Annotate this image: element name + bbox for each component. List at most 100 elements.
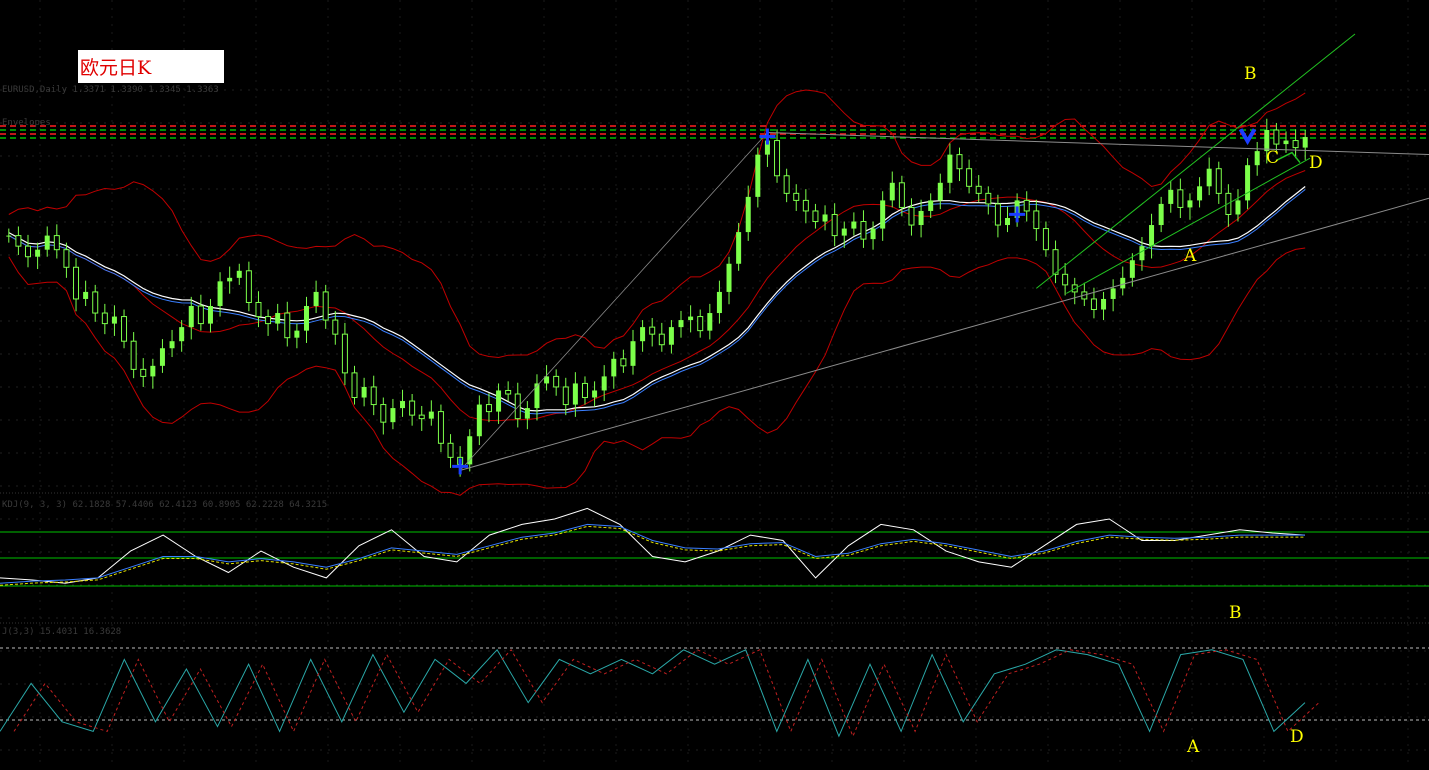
candle-body-bull <box>1283 140 1289 145</box>
candle-body-bear <box>53 235 60 251</box>
candle-body-bear <box>505 389 512 395</box>
candle-body-bear <box>101 312 108 325</box>
candle-body-bear <box>994 203 1001 226</box>
candle-body-bear <box>1052 249 1059 275</box>
candle-body-bull <box>572 383 578 405</box>
candle-body-bear <box>437 411 444 444</box>
candle-body-bull <box>1139 246 1145 261</box>
main-header-label: EURUSD,Daily 1.3371 1.3390 1.3345 1.3363 <box>2 85 219 95</box>
candle-body-bull <box>1110 288 1116 299</box>
candle-body-bear <box>1090 298 1097 311</box>
candle-body-bear <box>620 358 627 367</box>
chart-area: B A C D B A D <box>0 0 1429 766</box>
candle-body-bull <box>361 386 367 398</box>
candle-body-bull <box>1206 168 1212 187</box>
candle-body-bear <box>898 182 905 208</box>
candle-body-bear <box>341 333 348 374</box>
j-point-label: D <box>1290 727 1304 747</box>
candle-body-bear <box>860 221 867 240</box>
ma-blue <box>8 189 1306 415</box>
candle-body-bull <box>592 390 598 398</box>
candle-body-bear <box>1042 228 1049 251</box>
candle-body-bull <box>275 313 281 324</box>
candle-body-bear <box>409 400 416 416</box>
candle-body-bull <box>6 235 12 237</box>
candle-body-bear <box>649 326 656 335</box>
candle-body-bull <box>601 376 607 391</box>
candle-body-bear <box>793 192 800 201</box>
envelopes-label: Envelopes <box>2 118 51 128</box>
candle-body-bear <box>658 333 665 346</box>
candle-body-bull <box>630 341 636 366</box>
candle-body-bear <box>140 368 147 377</box>
candle-body-bull <box>841 228 847 236</box>
candle-body-bull <box>688 316 694 321</box>
candle-body-bull <box>44 235 50 250</box>
candle-body-bull <box>937 182 943 201</box>
candle-body-bull <box>524 408 530 419</box>
candle-body-bull <box>188 306 194 328</box>
candle-body-bear <box>1062 273 1069 286</box>
candle-body-bull <box>303 306 309 331</box>
candle-body-bull <box>390 408 396 423</box>
candle-body-bull <box>1005 218 1011 226</box>
candle-body-bear <box>92 291 99 314</box>
candlestick-chart: B A C D B A D <box>0 0 1429 766</box>
kdj-header-label: KDJ(9, 3, 3) 62.1828 57.4406 62.4123 60.… <box>2 500 328 510</box>
point-label: A <box>1183 246 1197 266</box>
candle-body-bear <box>802 199 809 212</box>
candle-body-bull <box>35 249 41 257</box>
support-trendline <box>460 197 1429 471</box>
candle-body-bull <box>726 263 732 292</box>
candle-body-bear <box>783 175 790 194</box>
candle-body-bull <box>716 291 722 314</box>
candle-body-bull <box>83 291 89 299</box>
candle-body-bull <box>1149 225 1155 247</box>
candle-body-bear <box>130 340 137 370</box>
candle-body-bear <box>63 249 70 268</box>
resistance-trendline <box>767 132 1429 156</box>
candle-body-bull <box>236 270 242 278</box>
candle-body-bear <box>956 154 963 170</box>
candle-body-bull <box>207 306 213 324</box>
candle-body-bear <box>1177 189 1184 208</box>
candle-body-bull <box>150 365 156 377</box>
candle-body-bear <box>1292 140 1299 149</box>
candle-body-bull <box>1120 277 1126 289</box>
candle-body-bull <box>227 277 233 282</box>
candle-body-bull <box>111 316 117 324</box>
candle-body-bear <box>1033 210 1040 230</box>
candle-body-bull <box>1254 151 1260 166</box>
candle-body-bear <box>284 312 291 339</box>
candle-body-bull <box>668 327 674 345</box>
candle-body-bull <box>179 327 185 342</box>
candle-body-bear <box>485 404 492 413</box>
candle-body-bull <box>217 281 223 306</box>
candle-body-bear <box>73 266 80 300</box>
candle-body-bear <box>447 442 454 458</box>
candle-body-bear <box>581 382 588 399</box>
candle-body-bull <box>928 200 934 211</box>
candle-body-bull <box>640 327 646 342</box>
candle-body-bull <box>870 228 876 240</box>
candle-body-bear <box>562 386 569 406</box>
candle-body-bull <box>851 221 857 229</box>
candle-body-bear <box>121 316 128 342</box>
candle-body-bear <box>812 210 819 223</box>
candle-body-bear <box>197 305 204 325</box>
candle-body-bear <box>15 235 22 247</box>
candle-body-bull <box>1168 189 1174 204</box>
candle-body-bear <box>831 213 838 237</box>
candle-body-bull <box>294 330 300 338</box>
candle-body-bull <box>169 341 175 349</box>
candle-body-bull <box>1187 200 1193 208</box>
candle-body-bear <box>418 414 425 420</box>
candle-body-bear <box>245 270 252 303</box>
candle-body-bear <box>966 168 973 187</box>
candle-body-bull <box>400 401 406 409</box>
j-point-label: A <box>1186 737 1200 757</box>
candle-body-bull <box>678 320 684 328</box>
candle-body-bull <box>1197 186 1203 201</box>
cd-wedge <box>1275 151 1301 164</box>
candle-body-bear <box>697 316 704 332</box>
